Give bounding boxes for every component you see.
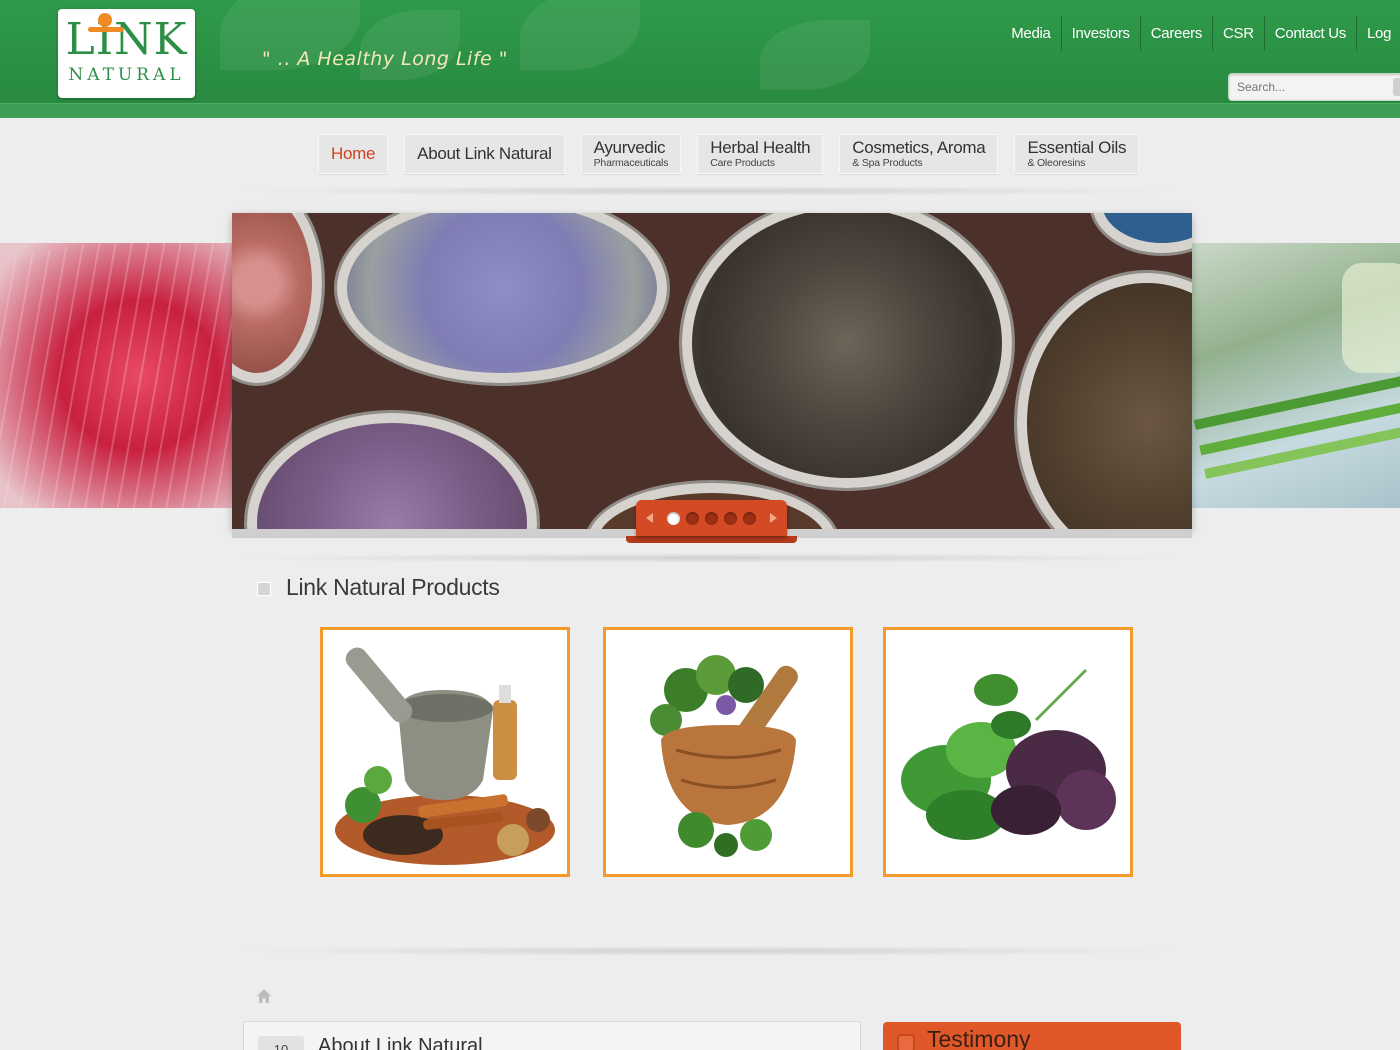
about-panel: 10 About Link Natural (243, 1021, 861, 1050)
divider (230, 553, 1190, 563)
nav-careers[interactable]: Careers (1139, 16, 1212, 51)
nav-contact-us[interactable]: Contact Us (1263, 16, 1356, 51)
product-card-2[interactable] (603, 627, 853, 877)
products-heading: Link Natural Products (286, 574, 500, 600)
testimony-icon (897, 1034, 915, 1050)
menu-sublabel: Care Products (710, 157, 775, 169)
prev-arrow-icon[interactable] (646, 513, 653, 523)
slide-rosebuds (232, 213, 322, 383)
slide-dot-4[interactable] (724, 511, 737, 525)
leaf-decoration (760, 20, 870, 90)
tagline: " .. A Healthy Long Life " (262, 48, 508, 70)
next-arrow-icon[interactable] (770, 513, 777, 523)
menu-cosmetics[interactable]: Cosmetics, Aroma & Spa Products (839, 134, 999, 174)
menu-label: Home (331, 144, 376, 163)
slide-dot-1[interactable] (667, 511, 680, 525)
slide-dried-flowers (247, 413, 537, 529)
menu-label: Herbal Health (710, 138, 811, 157)
slide-tea-pearls (682, 213, 1012, 488)
menu-label: Essential Oils (1027, 138, 1127, 157)
nav-login[interactable]: Log (1356, 16, 1400, 51)
search-input[interactable] (1229, 74, 1379, 100)
testimony-title: Testimony (927, 1026, 1031, 1050)
testimony-panel: Testimony (883, 1022, 1181, 1050)
slide-lavender (337, 213, 667, 383)
menu-home[interactable]: Home (318, 134, 389, 174)
home-icon[interactable] (256, 988, 272, 1004)
menu-herbal-health[interactable]: Herbal Health Care Products (697, 134, 824, 174)
menu-essential-oils[interactable]: Essential Oils & Oleoresins (1014, 134, 1140, 174)
slide-dot-5[interactable] (743, 511, 756, 525)
wooden-mortar-herbs-image (650, 655, 798, 857)
logo-text: LINK (65, 14, 188, 65)
menu-sublabel: & Spa Products (852, 157, 923, 169)
pager-base (626, 536, 797, 543)
about-title[interactable]: About Link Natural (318, 1035, 483, 1050)
logo-wordmark: LINK (58, 13, 195, 65)
slide-dot-2[interactable] (686, 511, 699, 525)
site-header: LINK NATURAL " .. A Healthy Long Life " … (0, 0, 1400, 118)
slide-dot-3[interactable] (705, 511, 718, 525)
nav-investors[interactable]: Investors (1060, 16, 1140, 51)
nav-csr[interactable]: CSR (1212, 16, 1264, 51)
mortar-spices-image (335, 647, 555, 865)
slide-tea-buds (1017, 273, 1192, 529)
nav-media[interactable]: Media (1001, 16, 1060, 51)
leaf-decoration (520, 0, 640, 70)
search-button[interactable] (1393, 78, 1400, 96)
menu-label: Cosmetics, Aroma (852, 138, 986, 157)
slide-blue-tin (1092, 213, 1192, 253)
top-navigation: Media Investors Careers CSR Contact Us L… (1001, 16, 1400, 51)
divider (230, 946, 1190, 956)
logo-figure-arms (88, 27, 124, 32)
basil-leaves-image (901, 668, 1116, 840)
menu-label: Ayurvedic (593, 138, 666, 157)
date-badge: 10 (258, 1036, 304, 1050)
logo-figure-icon (98, 13, 112, 27)
menu-ayurvedic[interactable]: Ayurvedic Pharmaceuticals (580, 134, 682, 174)
search-box (1228, 73, 1400, 101)
product-card-3[interactable] (883, 627, 1133, 877)
menu-sublabel: & Oleoresins (1027, 157, 1086, 169)
menu-label: About Link Natural (417, 144, 552, 163)
side-image-flower (0, 243, 232, 508)
side-image-herbal-drink (1192, 243, 1400, 508)
main-menu: Home About Link Natural Ayurvedic Pharma… (318, 134, 1140, 174)
menu-about[interactable]: About Link Natural (404, 134, 565, 174)
site-logo[interactable]: LINK NATURAL (58, 9, 195, 98)
divider (230, 186, 1190, 196)
logo-subtext: NATURAL (68, 65, 185, 85)
hero-slider[interactable] (232, 213, 1192, 529)
slider-pager (636, 500, 787, 536)
menu-sublabel: Pharmaceuticals (593, 157, 669, 169)
product-card-1[interactable] (320, 627, 570, 877)
section-bullet-icon (257, 582, 271, 596)
header-strip (0, 103, 1400, 118)
